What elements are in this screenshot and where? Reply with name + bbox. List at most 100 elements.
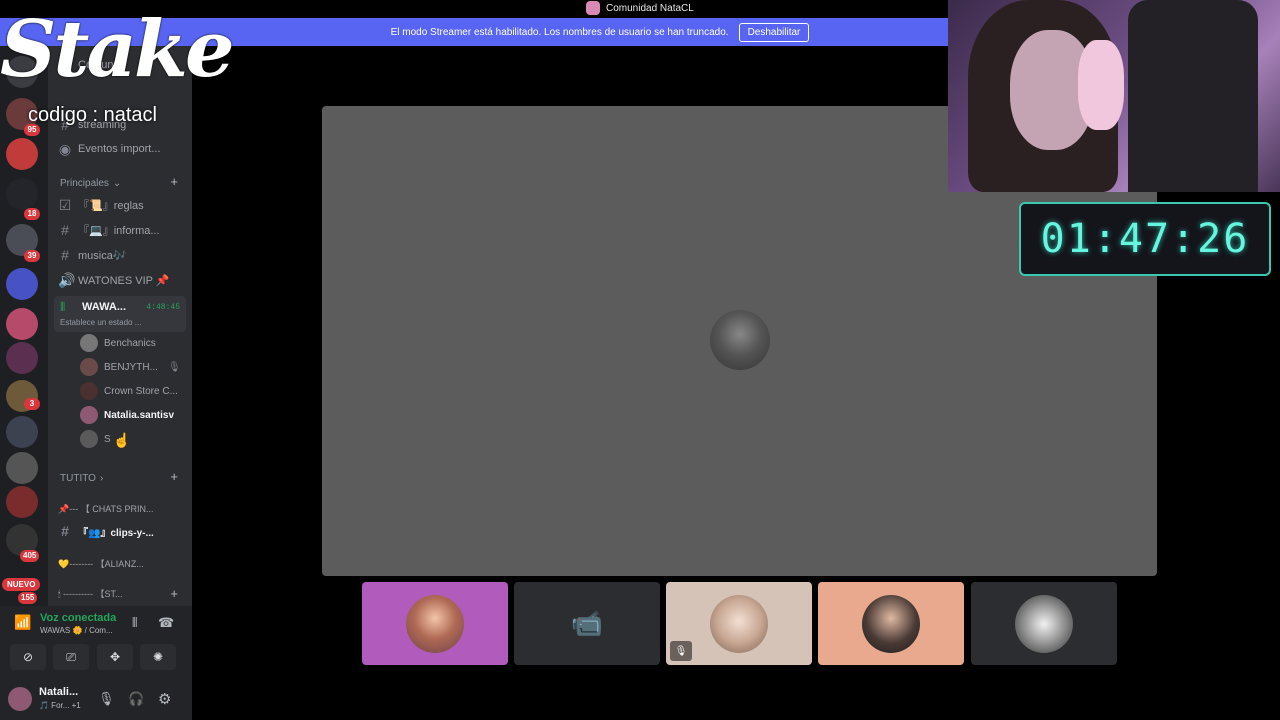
headphones-icon	[1078, 40, 1124, 130]
disconnect-icon[interactable]: ☎	[158, 615, 174, 631]
add-channel-icon[interactable]: +	[170, 586, 178, 601]
channel-item-reglas[interactable]: ☑ 『📜』reglas	[58, 194, 144, 216]
server-icon[interactable]	[6, 268, 38, 300]
unread-badge: 3	[24, 398, 40, 410]
promo-code-text: codigo : natacl	[28, 104, 157, 126]
activities-button[interactable]: ✥	[97, 644, 133, 670]
channel-label: 『👥』clips-y-...	[78, 527, 154, 539]
server-icon	[586, 1, 600, 15]
member-name: S	[104, 433, 111, 445]
member-name: BENJYTH...	[104, 361, 158, 373]
signal-icon[interactable]: 📶	[14, 614, 31, 631]
gaming-chair	[1128, 0, 1258, 192]
channel-category-chats[interactable]: 📌--- 【 CHATS PRIN...	[58, 497, 154, 519]
participant-tile-crown[interactable]	[971, 582, 1117, 665]
active-voice-channel[interactable]: ⦀ WAWA... 4:48:45 Establece un estado ..…	[54, 296, 186, 332]
microphone-icon[interactable]: 🎙	[98, 691, 115, 707]
avatar	[862, 594, 920, 653]
channel-item-musica[interactable]: # musica🎶	[58, 244, 127, 266]
member-name: Benchanics	[104, 337, 156, 349]
add-channel-icon[interactable]: +	[170, 174, 178, 189]
hash-icon: #	[61, 222, 69, 238]
avatar	[80, 358, 98, 376]
mouse-cursor-icon: ☝	[113, 432, 131, 448]
gear-icon[interactable]: ⚙	[158, 690, 171, 708]
category-principales[interactable]: Principales ⌄	[60, 178, 121, 189]
channel-label: 🕯 ---------- 【ST...	[58, 588, 123, 599]
stream-timer: 01:47:26	[1019, 202, 1271, 276]
voice-status: Voz conectada	[40, 612, 117, 624]
camera-off-button[interactable]: ⊘	[10, 644, 46, 670]
avatar	[80, 430, 98, 448]
avatar	[406, 594, 464, 653]
voice-member[interactable]: BENJYTH... 🎙	[80, 356, 181, 378]
crown-logo-icon	[1015, 594, 1073, 653]
participant-tile[interactable]: 🎙	[666, 582, 812, 665]
broadcast-icon: ◉	[58, 140, 72, 157]
camera-off-icon: ⊘	[22, 650, 34, 664]
voice-activity-icon: ⦀	[60, 300, 66, 314]
add-channel-icon[interactable]: +	[170, 469, 178, 484]
server-icon[interactable]	[6, 342, 38, 374]
voice-member-self[interactable]: Natalia.santisv	[80, 404, 174, 426]
avatar[interactable]	[8, 687, 32, 711]
voice-member[interactable]: Crown Store C...	[80, 380, 178, 402]
voice-connected-panel: 📶 Voz conectada WAWAS 🌼 / Com... ⫴ ☎ ⊘ ⎚…	[0, 606, 192, 678]
channel-label: 『📜』reglas	[78, 200, 144, 212]
disable-streamer-button[interactable]: Deshabilitar	[738, 22, 810, 42]
participant-tile[interactable]	[818, 582, 964, 665]
participant-tile-camera[interactable]: 📹	[514, 582, 660, 665]
voice-channel-timer: 4:48:45	[146, 303, 180, 312]
channel-label: 『💻』informa...	[78, 225, 160, 237]
channel-item[interactable]: # 『💻』informa...	[58, 219, 160, 241]
voice-channel-status[interactable]: Establece un estado ...	[60, 318, 141, 327]
voice-subtitle[interactable]: WAWAS 🌼 / Com...	[40, 626, 113, 635]
user-name[interactable]: Natali...	[39, 686, 78, 698]
participant-tile-natacl[interactable]	[362, 582, 508, 665]
channel-item-watones[interactable]: 🔊 WATONES VIP 📌	[58, 269, 170, 291]
channel-label: 💛-------- 【ALIANZ...	[58, 558, 144, 569]
channel-item-events[interactable]: ◉ Eventos import...	[58, 138, 161, 160]
server-icon[interactable]	[6, 452, 38, 484]
channel-category-st[interactable]: 🕯 ---------- 【ST...	[58, 582, 123, 604]
server-rail: 95 18 39 3 405 NUEVO 155	[0, 46, 48, 606]
stake-logo: Stake	[0, 4, 235, 95]
server-icon[interactable]	[6, 138, 38, 170]
channel-label: 📌--- 【 CHATS PRIN...	[58, 503, 154, 514]
channel-label: musica🎶	[78, 249, 127, 262]
avatar	[80, 382, 98, 400]
noise-suppression-icon[interactable]: ⫴	[132, 615, 137, 631]
server-icon[interactable]	[6, 416, 38, 448]
chevron-right-icon: ›	[99, 473, 104, 484]
voice-member[interactable]: Benchanics	[80, 332, 156, 354]
server-icon[interactable]	[6, 178, 38, 210]
avatar	[80, 334, 98, 352]
voice-member[interactable]: S	[80, 428, 111, 450]
streamer-webcam	[948, 0, 1280, 192]
hash-icon: #	[61, 247, 69, 263]
speaker-icon: 🔊	[58, 271, 76, 288]
banner-text: El modo Streamer está habilitado. Los no…	[390, 26, 729, 38]
muted-icon: 🎙	[670, 641, 692, 661]
server-icon[interactable]	[6, 308, 38, 340]
screen-share-button[interactable]: ⎚	[53, 644, 89, 670]
timer-value: 01:47:26	[1040, 216, 1250, 262]
category-tutito[interactable]: TUTITO ›	[60, 473, 103, 484]
screen-share-icon: ⎚	[66, 649, 76, 664]
server-icon[interactable]	[6, 486, 38, 518]
channel-label: Eventos import...	[78, 143, 161, 155]
focused-user-avatar	[710, 310, 770, 370]
channel-sidebar: # Comun... # streaming ◉ Eventos import.…	[48, 46, 192, 606]
headphones-icon[interactable]: 🎧	[128, 691, 144, 707]
soundboard-icon: ✺	[152, 650, 164, 664]
channel-item-clips[interactable]: # 『👥』clips-y-...	[58, 520, 154, 542]
window-title: Comunidad NataCL	[606, 2, 694, 14]
soundboard-button[interactable]: ✺	[140, 644, 176, 670]
category-label: TUTITO	[60, 473, 96, 484]
new-pill[interactable]: NUEVO	[2, 578, 41, 591]
voice-channel-name: WAWA...	[82, 301, 126, 313]
user-status: 🎵 For... +1	[39, 701, 81, 710]
channel-category-alianzas[interactable]: 💛-------- 【ALIANZ...	[58, 552, 144, 574]
avatar	[710, 594, 768, 653]
member-name: Crown Store C...	[104, 385, 178, 397]
